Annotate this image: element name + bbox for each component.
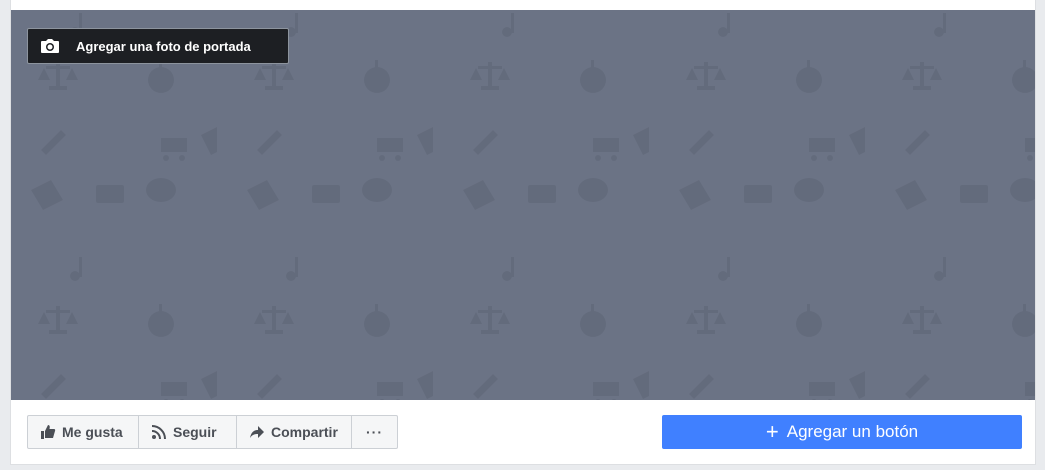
like-label: Me gusta — [62, 424, 123, 440]
follow-label: Seguir — [173, 424, 217, 440]
more-icon: ··· — [366, 424, 383, 440]
share-label: Compartir — [271, 424, 338, 440]
more-options-button[interactable]: ··· — [352, 416, 397, 448]
plus-icon: + — [765, 419, 779, 444]
cover-pattern — [11, 10, 1035, 400]
add-button-label: Agregar un botón — [786, 422, 919, 441]
share-button[interactable]: Compartir — [237, 416, 352, 448]
page-header-card: Agregar una foto de portada Me gusta Seg… — [10, 0, 1036, 465]
page-actions-bar: Me gusta Seguir Compartir ··· — [27, 415, 398, 449]
follow-button[interactable]: Seguir — [139, 416, 237, 448]
camera-icon — [38, 34, 62, 58]
share-arrow-icon — [250, 426, 264, 438]
like-button[interactable]: Me gusta — [28, 416, 139, 448]
add-button-cta[interactable]: + Agregar un botón — [662, 415, 1022, 449]
cover-photo-area: Agregar una foto de portada — [11, 10, 1035, 400]
thumbs-up-icon — [41, 425, 56, 439]
add-cover-photo-label: Agregar una foto de portada — [76, 38, 251, 54]
add-cover-photo-button[interactable]: Agregar una foto de portada — [27, 28, 289, 64]
rss-icon — [151, 425, 166, 440]
